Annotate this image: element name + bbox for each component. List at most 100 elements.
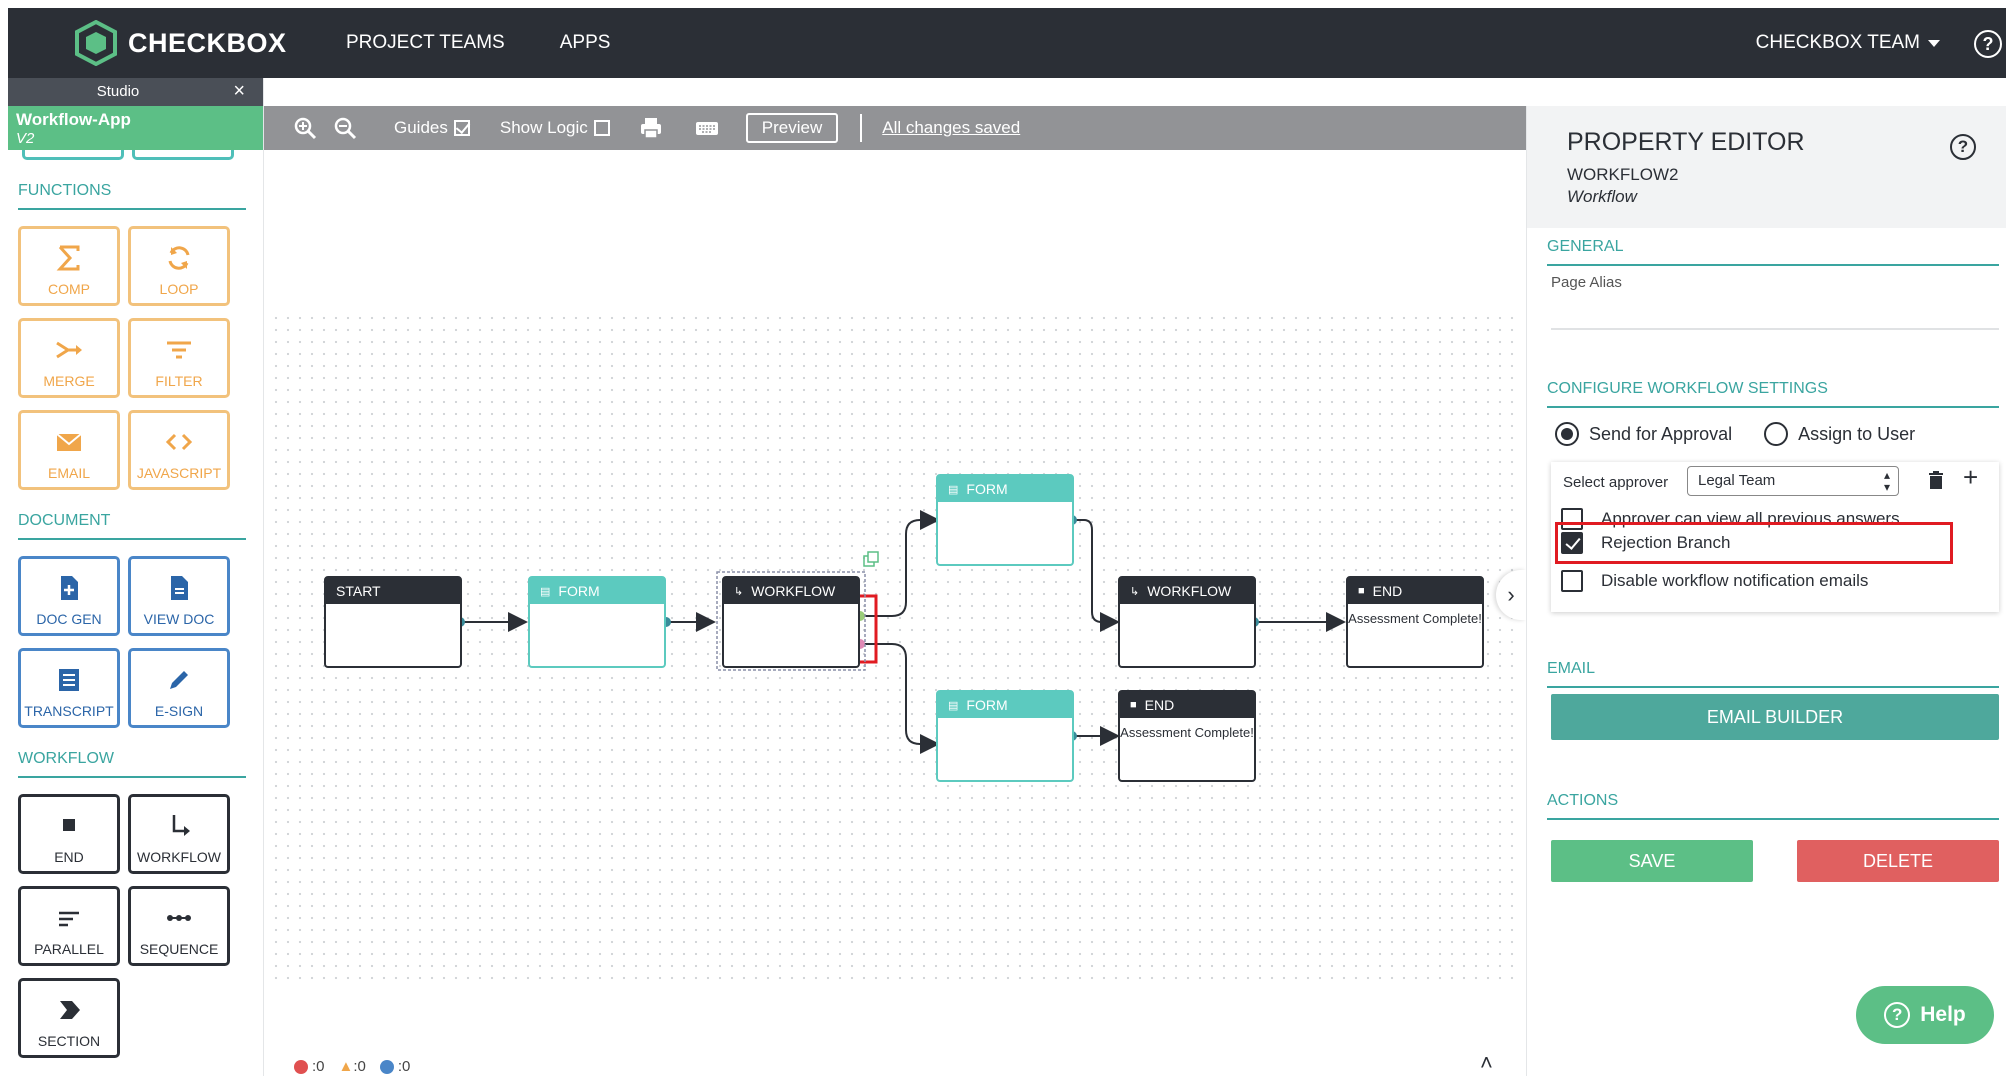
tile-label: LOOP (159, 281, 199, 297)
tile-javascript[interactable]: JAVASCRIPT (128, 410, 230, 490)
node-end-bottom[interactable]: ■ END Assessment Complete! (1118, 690, 1256, 782)
show-logic-toggle[interactable]: Show Logic (500, 118, 610, 138)
close-icon[interactable]: × (233, 80, 245, 103)
node-header: ■ END (1348, 578, 1482, 604)
page-alias-label: Page Alias (1551, 274, 1622, 291)
guides-checkbox[interactable] (453, 120, 470, 136)
keyboard-icon[interactable] (694, 115, 720, 141)
app-root: CHECKBOX PROJECT TEAMS APPS CHECKBOX TEA… (0, 0, 2014, 1084)
save-status-link[interactable]: All changes saved (882, 118, 1020, 138)
error-icon (294, 1059, 308, 1074)
node-header: ▤ FORM (530, 578, 664, 604)
stop-square-icon: ■ (1130, 699, 1137, 711)
node-form-top[interactable]: ▤ FORM (936, 474, 1074, 566)
node-title: WORKFLOW (1147, 583, 1232, 599)
tile-comp[interactable]: COMP (18, 226, 120, 306)
merge-icon (56, 341, 82, 359)
guides-label: Guides (394, 118, 448, 137)
tile-label: PARALLEL (34, 941, 104, 957)
zoom-out-icon[interactable] (332, 115, 358, 141)
tile-filter[interactable]: FILTER (128, 318, 230, 398)
zoom-in-icon[interactable] (292, 115, 318, 141)
brand-name: CHECKBOX (128, 27, 287, 58)
node-start[interactable]: START (324, 576, 462, 668)
stop-square-icon (63, 819, 75, 831)
document-plus-icon (61, 576, 78, 600)
page-alias-input[interactable] (1551, 328, 1999, 330)
workflow-heading: WORKFLOW (18, 750, 246, 778)
node-end[interactable]: ■ END Assessment Complete! (1346, 576, 1484, 668)
email-builder-button[interactable]: EMAIL BUILDER (1551, 694, 1999, 740)
tile-loop[interactable]: LOOP (128, 226, 230, 306)
code-brackets-icon (165, 433, 193, 451)
guides-toggle[interactable]: Guides (394, 118, 470, 138)
tile-end[interactable]: END (18, 794, 120, 874)
tile-label: JAVASCRIPT (136, 465, 222, 481)
studio-header: Studio × (8, 78, 263, 106)
section-chevron-icon (60, 1001, 80, 1019)
brand-logo[interactable]: CHECKBOX (74, 18, 287, 68)
tile-transcript[interactable]: TRANSCRIPT (18, 648, 120, 728)
app-version: V2 (16, 130, 35, 147)
tile-view-doc[interactable]: VIEW DOC (128, 556, 230, 636)
node-workflow-selected[interactable]: ↳ WORKFLOW (722, 576, 860, 668)
workflow-canvas[interactable]: START ▤ FORM ↳ WORKFLOW ▤ FORM ▤ FORM ↳ WORKF… (264, 150, 1526, 1075)
rejection-branch-checkbox[interactable] (1561, 532, 1583, 554)
select-arrows-icon: ▴ ▾ (1883, 468, 1890, 494)
team-dropdown[interactable]: CHECKBOX TEAM (1756, 8, 1940, 78)
help-circle-icon: ? (1884, 1002, 1911, 1028)
info-count: :0 (397, 1058, 411, 1075)
print-icon[interactable] (638, 115, 664, 141)
node-form-bottom[interactable]: ▤ FORM (936, 690, 1074, 782)
tile-merge[interactable]: MERGE (18, 318, 120, 398)
tile-e-sign[interactable]: E-SIGN (128, 648, 230, 728)
tile-parallel[interactable]: PARALLEL (18, 886, 120, 966)
node-title: FORM (966, 481, 1008, 497)
canvas-toolbar: Guides Show Logic Preview All changes sa… (264, 106, 1526, 150)
tile-workflow[interactable]: WORKFLOW (128, 794, 230, 874)
plus-icon[interactable]: + (1963, 462, 1978, 493)
document-icon (171, 576, 188, 600)
configure-workflow-heading: CONFIGURE WORKFLOW SETTINGS (1547, 380, 1999, 408)
help-circle-icon[interactable]: ? (1950, 134, 1976, 160)
node-header: ↳ WORKFLOW (724, 578, 858, 604)
workflow-arrow-icon: ↳ (1130, 585, 1140, 598)
trash-icon[interactable] (1927, 470, 1945, 490)
help-circle-icon[interactable]: ? (1974, 30, 2002, 58)
copy-icon[interactable] (863, 551, 879, 567)
top-navigation-bar: CHECKBOX PROJECT TEAMS APPS CHECKBOX TEA… (8, 8, 2006, 78)
loop-icon (168, 246, 190, 270)
delete-button[interactable]: DELETE (1797, 840, 1999, 882)
radio-assign-to-user[interactable] (1764, 422, 1789, 446)
chevron-up-icon[interactable]: ˄ (1480, 1050, 1493, 1076)
tile-label: DOC GEN (36, 611, 102, 627)
tile-email[interactable]: EMAIL (18, 410, 120, 490)
help-button[interactable]: ? Help (1856, 986, 1994, 1044)
tile-section[interactable]: SECTION (18, 978, 120, 1058)
tile-label: EMAIL (47, 465, 90, 481)
option-rejection-branch[interactable]: Rejection Branch (1561, 532, 1730, 554)
tile-sequence[interactable]: SEQUENCE (128, 886, 230, 966)
radio-send-for-approval[interactable] (1555, 422, 1579, 446)
option-disable-notifications[interactable]: Disable workflow notification emails (1561, 570, 1868, 592)
tile-doc-gen[interactable]: DOC GEN (18, 556, 120, 636)
radio-send-label: Send for Approval (1589, 423, 1733, 444)
connector-workflow-form-bottom (860, 643, 940, 754)
node-workflow[interactable]: ↳ WORKFLOW (1118, 576, 1256, 668)
caret-down-icon (1928, 39, 1940, 47)
show-logic-label: Show Logic (499, 118, 588, 137)
disable-notifications-checkbox[interactable] (1561, 570, 1583, 592)
show-logic-checkbox[interactable] (593, 120, 610, 136)
node-header: START (326, 578, 460, 604)
preview-button[interactable]: Preview (745, 113, 839, 143)
tile-label: FILTER (155, 373, 203, 389)
save-button[interactable]: SAVE (1551, 840, 1753, 882)
approver-select[interactable]: Legal Team ▴ ▾ (1687, 466, 1899, 496)
nav-project-teams[interactable]: PROJECT TEAMS (346, 32, 505, 54)
validation-status[interactable]: :0 ▲ :0 :0 (294, 1058, 410, 1075)
rejection-branch-label: Rejection Branch (1601, 533, 1731, 552)
node-form[interactable]: ▤ FORM (528, 576, 666, 668)
warning-icon: ▲ (338, 1058, 354, 1075)
nav-apps[interactable]: APPS (560, 32, 611, 54)
error-count: :0 (312, 1058, 325, 1075)
